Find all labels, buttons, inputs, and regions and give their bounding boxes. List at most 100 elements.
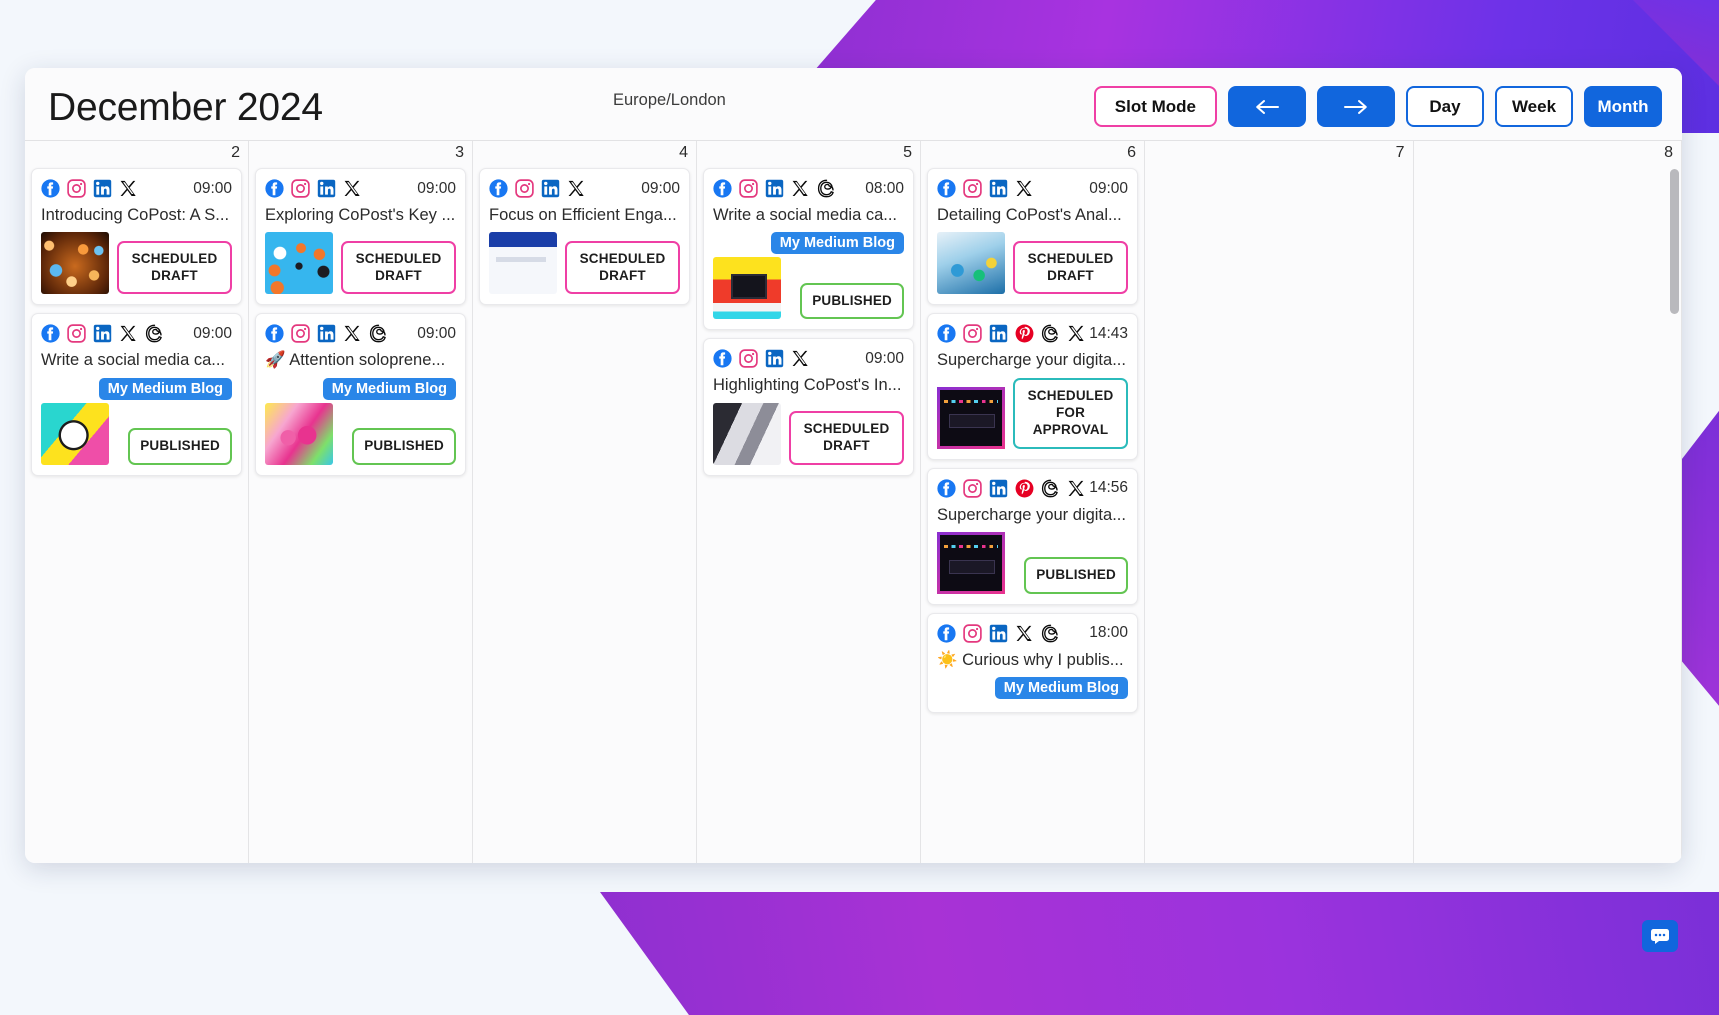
event-card[interactable]: 09:00 Exploring CoPost's Key ... SCHEDULED… <box>255 168 466 306</box>
status-badge[interactable]: SCHEDULED DRAFT <box>565 240 680 295</box>
threads-icon <box>1041 624 1058 643</box>
event-time: 08:00 <box>865 179 904 197</box>
day-column-8[interactable]: 8 <box>1413 141 1682 863</box>
event-card[interactable]: 09:00 Introducing CoPost: A S... SCHEDULED… <box>31 168 242 306</box>
status-badge[interactable]: SCHEDULED DRAFT <box>789 411 904 465</box>
event-card-header: 14:56 <box>937 478 1128 499</box>
day-number: 6 <box>1127 144 1136 161</box>
event-card[interactable]: 18:00 ☀️ Curious why I publis... My Medium… <box>927 612 1138 714</box>
event-card-header: 09:00 <box>937 178 1128 199</box>
facebook-icon <box>937 179 956 198</box>
x-icon <box>1068 480 1084 496</box>
event-card-header: 09:00 <box>265 178 456 199</box>
linkedin-icon <box>989 325 1008 343</box>
event-card-footer: SCHEDULED DRAFT <box>41 232 232 295</box>
event-thumbnail <box>489 232 557 295</box>
instagram-icon <box>739 179 758 198</box>
platform-icon-group <box>937 478 1086 498</box>
day-column-5[interactable]: 5 08:00 Write a social media ca... My Mediu… <box>697 141 921 863</box>
status-badge[interactable]: SCHEDULED FOR APPROVAL <box>1013 377 1128 449</box>
event-card[interactable]: 14:43 Supercharge your digita... SCHEDULED… <box>927 313 1138 460</box>
page-title: December 2024 <box>48 86 323 129</box>
event-card[interactable]: 09:00 🚀 Attention soloprene... My Medium B… <box>255 313 466 476</box>
event-title: Introducing CoPost: A S... <box>41 206 230 224</box>
event-card[interactable]: 14:56 Supercharge your digita... PUBLISHED <box>927 467 1138 605</box>
status-badge[interactable]: SCHEDULED DRAFT <box>1013 240 1128 295</box>
linkedin-icon <box>317 179 336 198</box>
status-badge[interactable]: SCHEDULED DRAFT <box>341 240 456 295</box>
event-title: Supercharge your digita... <box>937 351 1126 370</box>
event-card[interactable]: 09:00 Detailing CoPost's Anal... SCHEDULED… <box>927 168 1138 306</box>
decorative-bottom-gradient <box>600 892 1719 1015</box>
day-number: 7 <box>1395 144 1405 161</box>
event-title: Write a social media ca... <box>713 206 898 224</box>
platform-icon-group <box>265 324 388 344</box>
status-badge[interactable]: PUBLISHED <box>128 428 232 465</box>
x-icon <box>344 326 360 342</box>
slot-mode-button[interactable]: Slot Mode <box>1093 86 1217 127</box>
event-time: 18:00 <box>1089 624 1128 642</box>
chat-support-button[interactable] <box>1642 920 1678 952</box>
pinterest-icon <box>1015 479 1034 497</box>
event-thumbnail <box>713 402 781 465</box>
instagram-icon <box>515 179 534 198</box>
x-icon <box>344 180 360 197</box>
arrow-right-icon <box>1344 99 1367 114</box>
previous-period-button[interactable] <box>1228 86 1306 127</box>
event-card[interactable]: 09:00 Highlighting CoPost's In... SCHEDULE… <box>703 338 914 476</box>
facebook-icon <box>489 179 508 198</box>
status-badge[interactable]: PUBLISHED <box>352 428 456 465</box>
event-thumbnail <box>265 402 333 465</box>
day-column-3[interactable]: 3 09:00 Exploring CoPost's Key ... SCHEDULE… <box>249 141 473 863</box>
x-icon <box>1016 180 1032 197</box>
event-card-footer: PUBLISHED <box>937 531 1128 594</box>
event-card-header: 14:43 <box>937 323 1128 344</box>
next-period-button[interactable] <box>1317 86 1395 127</box>
event-title: Detailing CoPost's Anal... <box>937 206 1122 224</box>
event-time: 09:00 <box>641 179 680 197</box>
blog-tag-row: My Medium Blog <box>713 232 904 255</box>
threads-icon <box>817 179 834 198</box>
blog-tag[interactable]: My Medium Blog <box>98 377 232 400</box>
event-card[interactable]: 08:00 Write a social media ca... My Medium… <box>703 168 914 331</box>
day-column-6[interactable]: 6 09:00 Detailing CoPost's Anal... SCHEDULE… <box>921 141 1145 863</box>
scrollbar-thumb[interactable] <box>1670 169 1679 314</box>
event-card[interactable]: 09:00 Focus on Efficient Enga... SCHEDULED… <box>479 168 690 306</box>
linkedin-icon <box>989 479 1008 497</box>
instagram-icon <box>291 324 310 344</box>
status-badge[interactable]: PUBLISHED <box>800 282 904 320</box>
event-card-footer: PUBLISHED <box>713 257 904 320</box>
day-column-4[interactable]: 4 09:00 Focus on Efficient Enga... SCHEDULE… <box>473 141 697 863</box>
platform-icon-group <box>41 324 164 344</box>
event-card[interactable]: 09:00 Write a social media ca... My Medium… <box>31 313 242 476</box>
day-column-2[interactable]: 2 09:00 Introducing CoPost: A S... SCHEDULE… <box>25 141 249 863</box>
event-time: 09:00 <box>193 324 232 342</box>
instagram-icon <box>739 349 758 369</box>
status-badge[interactable]: PUBLISHED <box>1024 557 1128 594</box>
instagram-icon <box>291 179 310 198</box>
platform-icon-group <box>713 179 836 198</box>
status-badge[interactable]: SCHEDULED DRAFT <box>117 240 232 295</box>
x-icon <box>1016 625 1032 641</box>
event-thumbnail <box>713 257 781 320</box>
event-card-footer: SCHEDULED DRAFT <box>265 232 456 295</box>
event-thumbnail <box>937 232 1005 295</box>
event-card-header: 09:00 <box>41 178 232 199</box>
blog-tag[interactable]: My Medium Blog <box>770 232 904 255</box>
facebook-icon <box>713 179 732 198</box>
view-month-button[interactable]: Month <box>1584 86 1662 127</box>
blog-tag[interactable]: My Medium Blog <box>994 677 1128 700</box>
instagram-icon <box>963 624 982 643</box>
calendar-grid: 2 09:00 Introducing CoPost: A S... SCHEDULE… <box>25 140 1682 863</box>
event-title: 🚀 Attention soloprene... <box>265 351 446 370</box>
day-number: 8 <box>1664 144 1673 161</box>
view-week-button[interactable]: Week <box>1495 86 1573 127</box>
blog-tag[interactable]: My Medium Blog <box>322 377 456 400</box>
day-column-7[interactable]: 7 <box>1145 141 1414 863</box>
linkedin-icon <box>989 624 1008 643</box>
view-day-button[interactable]: Day <box>1406 86 1484 127</box>
day-number: 2 <box>231 144 240 161</box>
linkedin-icon <box>93 325 112 343</box>
vertical-scrollbar[interactable] <box>1670 169 1679 862</box>
timezone-label: Europe/London <box>613 91 726 109</box>
